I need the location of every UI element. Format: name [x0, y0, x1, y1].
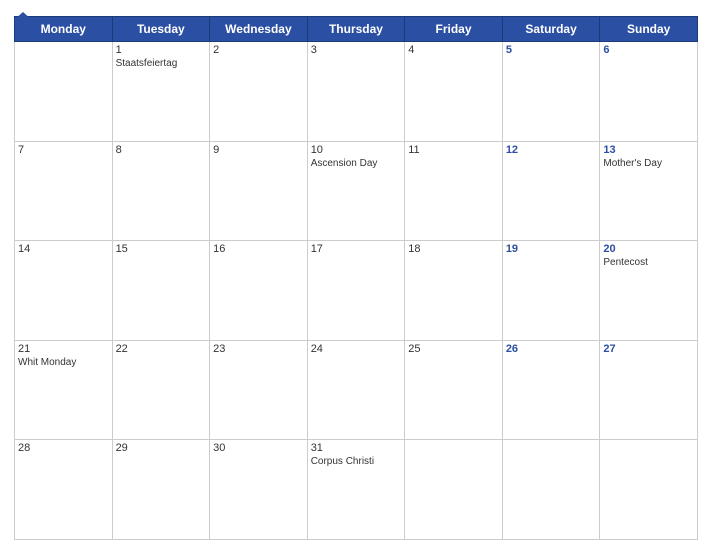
calendar-cell [15, 42, 113, 142]
calendar-cell: 12 [502, 141, 600, 241]
calendar-cell: 1 Staatsfeiertag [112, 42, 210, 142]
calendar-cell: 8 [112, 141, 210, 241]
day-number: 3 [311, 44, 402, 56]
day-number: 23 [213, 343, 304, 355]
calendar-cell: 15 [112, 241, 210, 341]
calendar-cell: 14 [15, 241, 113, 341]
calendar-cell: 18 [405, 241, 503, 341]
weekday-thursday: Thursday [307, 17, 405, 42]
calendar-cell: 22 [112, 340, 210, 440]
calendar-cell: 20 Pentecost [600, 241, 698, 341]
calendar-table: MondayTuesdayWednesdayThursdayFridaySatu… [14, 16, 698, 540]
calendar-cell [502, 440, 600, 540]
calendar-cell: 5 [502, 42, 600, 142]
holiday-label: Staatsfeiertag [116, 58, 207, 69]
holiday-label: Whit Monday [18, 357, 109, 368]
calendar-week-3: 14 15 16 17 18 19 20 Pentecost [15, 241, 698, 341]
calendar-cell [600, 440, 698, 540]
calendar-cell: 28 [15, 440, 113, 540]
day-number: 9 [213, 144, 304, 156]
day-number: 4 [408, 44, 499, 56]
day-number: 13 [603, 144, 694, 156]
calendar-cell: 9 [210, 141, 308, 241]
logo-bird-icon [14, 10, 32, 28]
day-number: 31 [311, 442, 402, 454]
day-number: 14 [18, 243, 109, 255]
calendar-week-5: 28 29 30 31 Corpus Christi [15, 440, 698, 540]
weekday-wednesday: Wednesday [210, 17, 308, 42]
calendar-cell: 13 Mother's Day [600, 141, 698, 241]
day-number: 30 [213, 442, 304, 454]
day-number: 28 [18, 442, 109, 454]
calendar-cell: 10 Ascension Day [307, 141, 405, 241]
holiday-label: Mother's Day [603, 158, 694, 169]
day-number: 25 [408, 343, 499, 355]
holiday-label: Pentecost [603, 257, 694, 268]
calendar-cell: 17 [307, 241, 405, 341]
calendar-cell: 29 [112, 440, 210, 540]
day-number: 1 [116, 44, 207, 56]
day-number: 6 [603, 44, 694, 56]
calendar-week-1: 1 Staatsfeiertag 23456 [15, 42, 698, 142]
calendar-week-2: 789 10 Ascension Day 11 12 13 Mother's Day [15, 141, 698, 241]
day-number: 20 [603, 243, 694, 255]
day-number: 29 [116, 442, 207, 454]
holiday-label: Ascension Day [311, 158, 402, 169]
holiday-label: Corpus Christi [311, 456, 402, 467]
weekday-sunday: Sunday [600, 17, 698, 42]
weekday-saturday: Saturday [502, 17, 600, 42]
calendar-cell: 26 [502, 340, 600, 440]
calendar-cell: 11 [405, 141, 503, 241]
calendar-cell: 6 [600, 42, 698, 142]
calendar-cell: 24 [307, 340, 405, 440]
day-number: 24 [311, 343, 402, 355]
calendar-cell: 7 [15, 141, 113, 241]
day-number: 5 [506, 44, 597, 56]
calendar-cell: 25 [405, 340, 503, 440]
calendar-cell: 2 [210, 42, 308, 142]
calendar-cell: 19 [502, 241, 600, 341]
day-number: 11 [408, 144, 499, 156]
calendar-cell: 3 [307, 42, 405, 142]
calendar-cell: 23 [210, 340, 308, 440]
calendar-cell: 21 Whit Monday [15, 340, 113, 440]
day-number: 2 [213, 44, 304, 56]
weekday-friday: Friday [405, 17, 503, 42]
day-number: 22 [116, 343, 207, 355]
weekday-header-row: MondayTuesdayWednesdayThursdayFridaySatu… [15, 17, 698, 42]
weekday-tuesday: Tuesday [112, 17, 210, 42]
day-number: 10 [311, 144, 402, 156]
calendar-cell [405, 440, 503, 540]
calendar-cell: 27 [600, 340, 698, 440]
logo [14, 10, 32, 28]
calendar-cell: 16 [210, 241, 308, 341]
day-number: 26 [506, 343, 597, 355]
calendar-cell: 4 [405, 42, 503, 142]
calendar-cell: 31 Corpus Christi [307, 440, 405, 540]
calendar-page: MondayTuesdayWednesdayThursdayFridaySatu… [0, 0, 712, 550]
day-number: 17 [311, 243, 402, 255]
day-number: 21 [18, 343, 109, 355]
day-number: 16 [213, 243, 304, 255]
day-number: 27 [603, 343, 694, 355]
day-number: 18 [408, 243, 499, 255]
day-number: 8 [116, 144, 207, 156]
day-number: 15 [116, 243, 207, 255]
calendar-cell: 30 [210, 440, 308, 540]
day-number: 12 [506, 144, 597, 156]
calendar-week-4: 21 Whit Monday 22 23 24 25 26 27 [15, 340, 698, 440]
day-number: 19 [506, 243, 597, 255]
day-number: 7 [18, 144, 109, 156]
